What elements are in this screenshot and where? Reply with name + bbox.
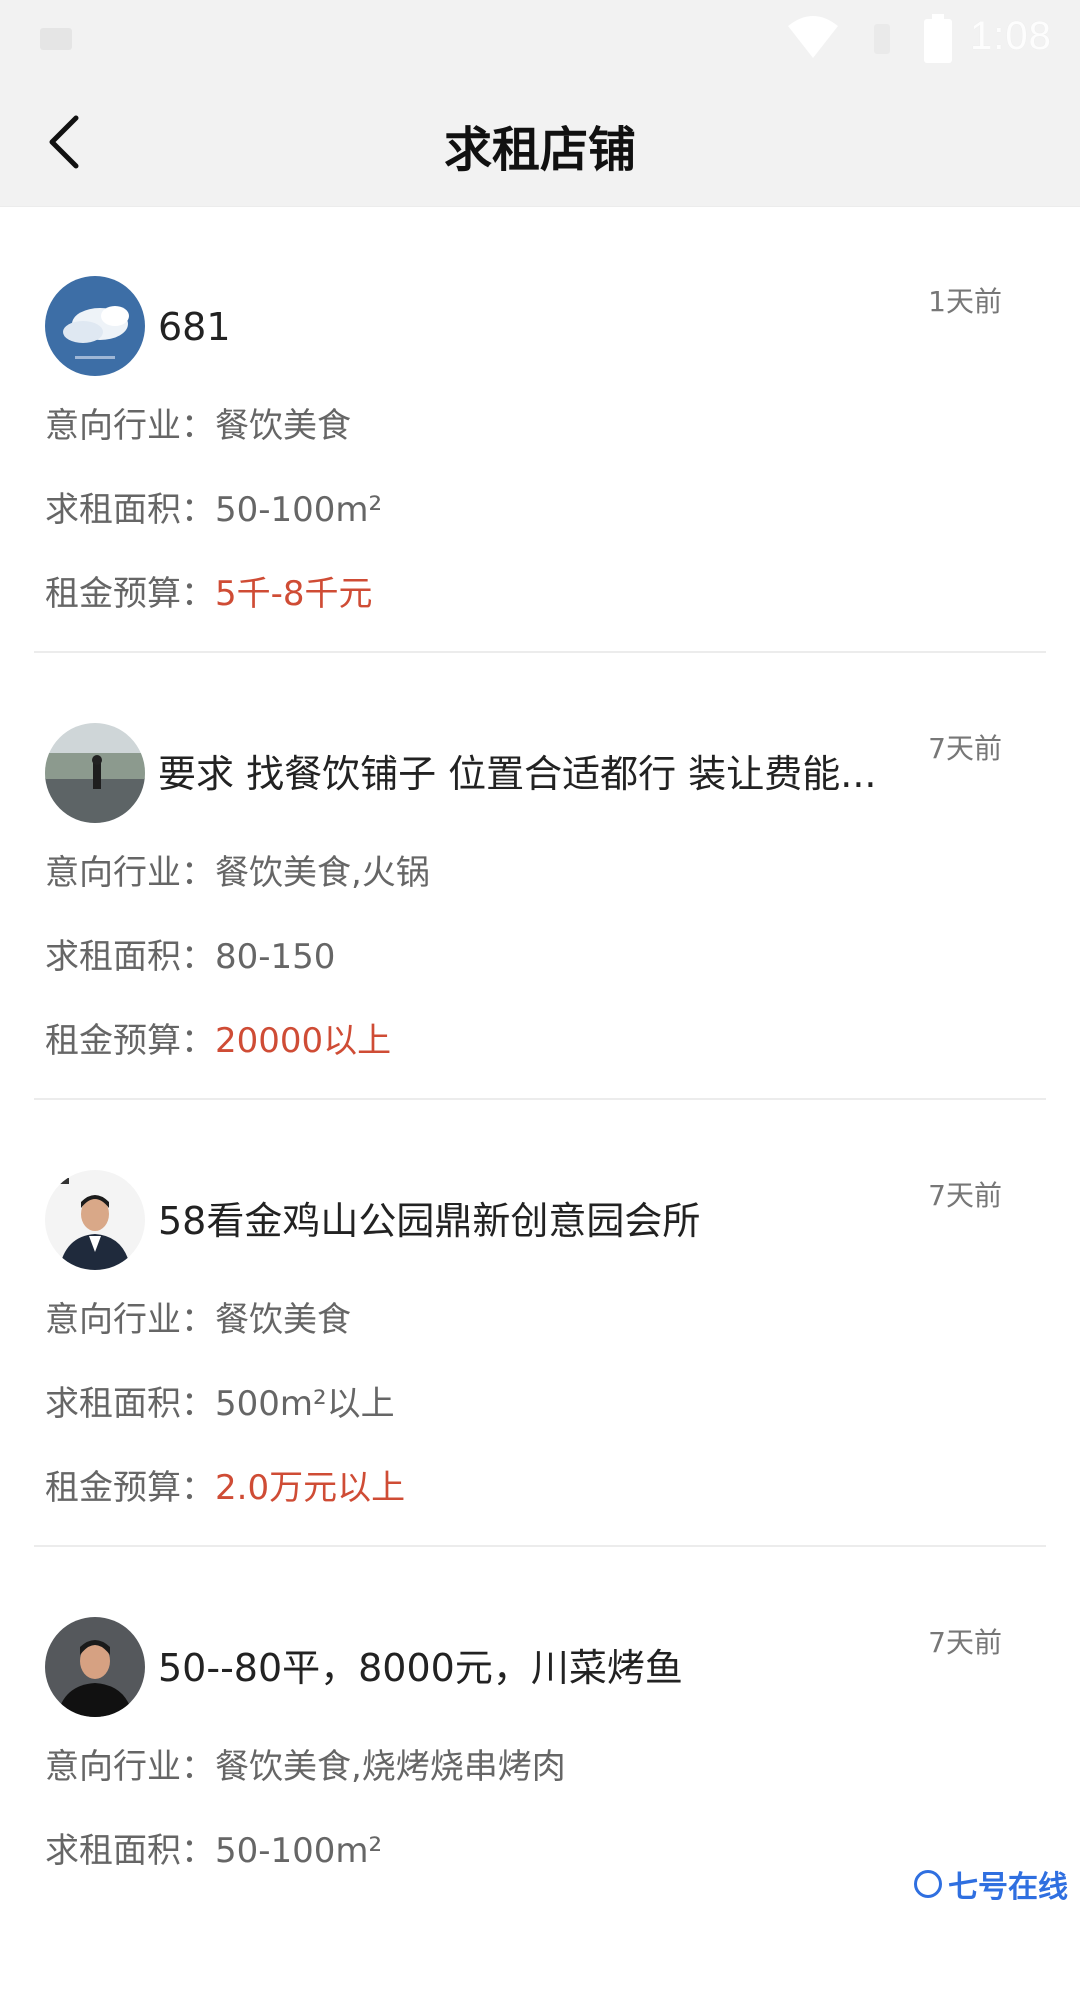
industry-row: 意向行业：餐饮美食,火锅: [45, 851, 430, 895]
budget-row: 租金预算：2.0万元以上: [45, 1466, 405, 1510]
nav-bar: 求租店铺: [0, 80, 1080, 207]
watermark: 七号在线: [914, 1862, 1068, 1906]
area-label: 求租面积：: [45, 1384, 215, 1424]
industry-label: 意向行业：: [45, 1747, 215, 1787]
area-row: 求租面积：50-100m²: [45, 1829, 382, 1873]
logo-icon: [914, 1870, 942, 1898]
budget-value: 5千-8千元: [215, 574, 373, 614]
listing-time: 7天前: [928, 1626, 1002, 1659]
area-row: 求租面积：500m²以上: [45, 1382, 395, 1426]
listing-card[interactable]: 要求 找餐饮铺子 位置合适都行 装让费能... 7天前 意向行业：餐饮美食,火锅…: [0, 653, 1080, 1100]
budget-label: 租金预算：: [45, 574, 215, 614]
listing-title: 681: [158, 305, 231, 349]
industry-label: 意向行业：: [45, 406, 215, 446]
listing-list: 681 1天前 意向行业：餐饮美食 求租面积：50-100m² 租金预算：5千-…: [0, 206, 1080, 1994]
avatar: [45, 1170, 145, 1270]
status-bar: 1:08: [0, 0, 1080, 80]
listing-card[interactable]: 50--80平，8000元，川菜烤鱼 7天前 意向行业：餐饮美食,烧烤烧串烤肉 …: [0, 1547, 1080, 1994]
area-label: 求租面积：: [45, 937, 215, 977]
listing-card[interactable]: 58看金鸡山公园鼎新创意园会所 7天前 意向行业：餐饮美食 求租面积：500m²…: [0, 1100, 1080, 1547]
avatar: [45, 1617, 145, 1717]
area-value: 80-150: [215, 937, 336, 977]
industry-row: 意向行业：餐饮美食: [45, 1298, 351, 1342]
listing-time: 7天前: [928, 1179, 1002, 1212]
area-value: 500m²以上: [215, 1384, 395, 1424]
industry-value: 餐饮美食,烧烤烧串烤肉: [215, 1747, 566, 1787]
avatar: [45, 276, 145, 376]
area-value: 50-100m²: [215, 490, 383, 530]
area-label: 求租面积：: [45, 490, 215, 530]
industry-label: 意向行业：: [45, 1300, 215, 1340]
industry-row: 意向行业：餐饮美食,烧烤烧串烤肉: [45, 1745, 566, 1789]
vibrate-icon: [874, 24, 890, 54]
listing-card[interactable]: 681 1天前 意向行业：餐饮美食 求租面积：50-100m² 租金预算：5千-…: [0, 206, 1080, 653]
budget-value: 20000以上: [215, 1021, 392, 1061]
industry-value: 餐饮美食: [215, 1300, 351, 1340]
area-value: 50-100m²: [215, 1831, 383, 1871]
industry-value: 餐饮美食: [215, 406, 351, 446]
battery-icon: [924, 14, 952, 63]
listing-time: 1天前: [928, 285, 1002, 318]
page-title: 求租店铺: [443, 122, 636, 178]
budget-label: 租金预算：: [45, 1468, 215, 1508]
budget-row: 租金预算：20000以上: [45, 1019, 391, 1063]
watermark-text: 七号在线: [948, 1870, 1068, 1905]
area-row: 求租面积：80-150: [45, 935, 335, 979]
industry-row: 意向行业：餐饮美食: [45, 404, 351, 448]
status-time: 1:08: [970, 14, 1052, 58]
area-label: 求租面积：: [45, 1831, 215, 1871]
budget-label: 租金预算：: [45, 1021, 215, 1061]
wifi-icon: [788, 16, 838, 58]
industry-value: 餐饮美食,火锅: [215, 853, 430, 893]
avatar: [45, 723, 145, 823]
budget-value: 2.0万元以上: [215, 1468, 406, 1508]
notification-icon: [40, 28, 72, 50]
budget-row: 租金预算：5千-8千元: [45, 572, 373, 616]
industry-label: 意向行业：: [45, 853, 215, 893]
listing-title: 50--80平，8000元，川菜烤鱼: [158, 1646, 683, 1690]
listing-title: 要求 找餐饮铺子 位置合适都行 装让费能...: [158, 752, 877, 796]
area-row: 求租面积：50-100m²: [45, 488, 382, 532]
listing-time: 7天前: [928, 732, 1002, 765]
listing-title: 58看金鸡山公园鼎新创意园会所: [158, 1199, 701, 1243]
